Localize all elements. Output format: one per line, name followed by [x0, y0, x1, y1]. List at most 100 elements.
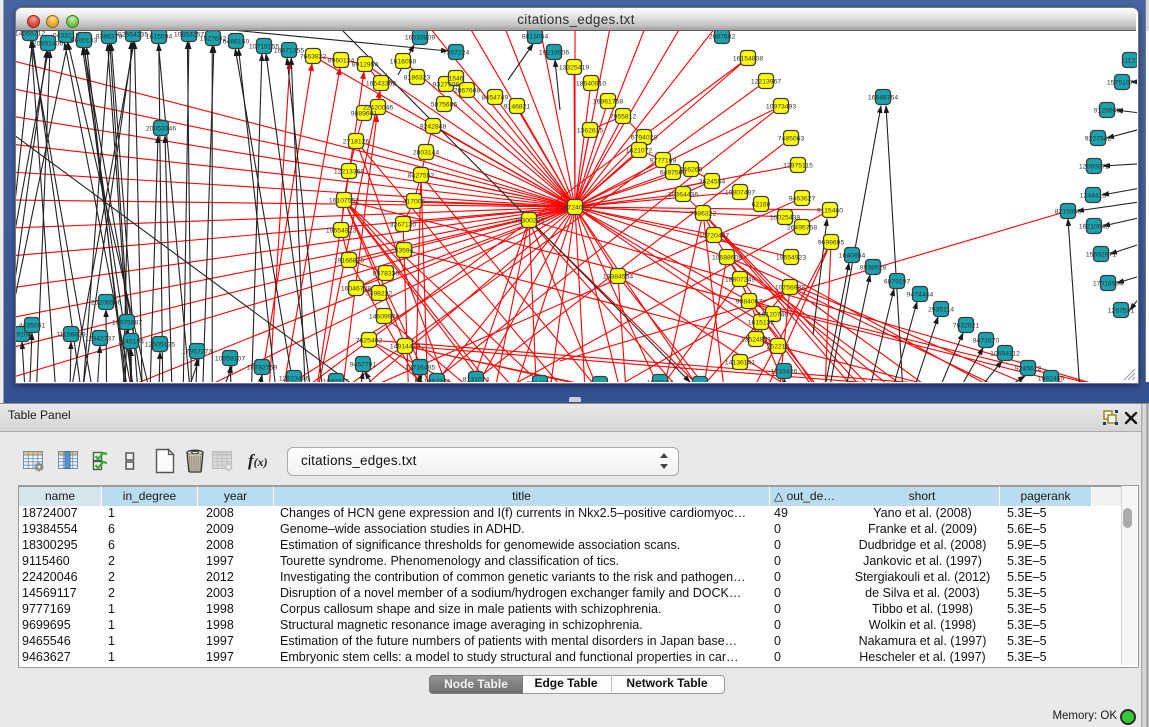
svg-text:8131074: 8131074 [463, 377, 490, 383]
svg-text:1615594: 1615594 [146, 34, 173, 41]
svg-text:12213369: 12213369 [334, 169, 364, 176]
svg-text:14914479: 14914479 [390, 344, 420, 351]
svg-text:10025438: 10025438 [770, 215, 800, 222]
svg-text:5875685: 5875685 [431, 102, 458, 109]
svg-text:9146821: 9146821 [504, 104, 531, 111]
svg-text:8960124: 8960124 [328, 58, 355, 65]
svg-text:7625402: 7625402 [356, 338, 383, 345]
svg-text:15720407: 15720407 [699, 233, 729, 240]
svg-text:8938928: 8938928 [860, 265, 887, 272]
svg-text:10973493: 10973493 [766, 104, 796, 111]
svg-text:02654235: 02654235 [118, 32, 148, 39]
svg-text:1267531: 1267531 [1108, 308, 1135, 315]
svg-text:9457791: 9457791 [350, 362, 377, 369]
svg-text:1733426: 1733426 [771, 369, 798, 376]
svg-text:26495758: 26495758 [787, 225, 817, 232]
svg-text:8427552: 8427552 [408, 173, 435, 180]
svg-text:9463627: 9463627 [789, 196, 816, 203]
svg-text:9227342: 9227342 [1085, 136, 1112, 143]
svg-text:16033809: 16033809 [405, 35, 435, 42]
svg-text:1640954: 1640954 [839, 253, 866, 260]
svg-text:25300203: 25300203 [514, 218, 544, 225]
svg-text:1092450: 1092450 [1038, 376, 1065, 383]
svg-text:1362615: 1362615 [577, 128, 604, 135]
svg-text:1092344: 1092344 [424, 379, 451, 383]
svg-text:7357224: 7357224 [443, 50, 470, 57]
svg-text:17016504: 17016504 [1093, 281, 1123, 288]
svg-text:6794028: 6794028 [631, 135, 658, 142]
svg-text:1145194: 1145194 [118, 339, 144, 346]
svg-text:2087682: 2087682 [709, 34, 736, 41]
svg-text:19654923: 19654923 [326, 228, 356, 235]
svg-text:12342737: 12342737 [85, 336, 115, 343]
svg-text:9129966: 9129966 [1094, 108, 1121, 115]
svg-text:8813054: 8813054 [522, 34, 549, 41]
svg-text:62160: 62160 [752, 202, 771, 209]
svg-text:12505135: 12505135 [145, 342, 175, 349]
svg-text:12975115: 12975115 [783, 163, 813, 170]
svg-text:20053346: 20053346 [146, 126, 176, 133]
svg-text:14136141: 14136141 [725, 360, 755, 367]
svg-text:9115460: 9115460 [817, 208, 843, 215]
svg-text:252214: 252214 [767, 344, 790, 351]
svg-text:12923446: 12923446 [279, 376, 309, 383]
svg-text:9084067: 9084067 [736, 299, 763, 306]
svg-text:6879197: 6879197 [884, 279, 911, 286]
svg-text:10756928: 10756928 [775, 285, 805, 292]
svg-text:1838104: 1838104 [647, 380, 674, 383]
svg-text:7632621: 7632621 [953, 323, 980, 330]
svg-text:9889601: 9889601 [351, 111, 378, 118]
svg-text:8215958: 8215958 [1055, 209, 1082, 216]
svg-text:16154808: 16154808 [733, 56, 763, 63]
svg-text:9474444: 9474444 [907, 292, 934, 299]
svg-text:16543362: 16543362 [366, 81, 396, 88]
svg-text:13716485: 13716485 [405, 365, 435, 372]
svg-text:20691406: 20691406 [33, 41, 63, 48]
svg-text:10688609: 10688609 [712, 255, 742, 262]
svg-text:7485063: 7485063 [778, 136, 805, 143]
svg-text:18640910: 18640910 [576, 81, 606, 88]
svg-text:53594: 53594 [395, 248, 414, 255]
svg-text:7663822: 7663822 [300, 54, 327, 61]
svg-text:10807487: 10807487 [725, 190, 755, 197]
svg-text:10975887: 10975887 [112, 320, 142, 327]
svg-text:1615132: 1615132 [748, 320, 775, 327]
svg-text:16210643: 16210643 [1079, 224, 1109, 231]
svg-text:2718126: 2718126 [343, 139, 370, 146]
svg-text:3624554: 3624554 [699, 179, 726, 186]
svg-text:15751074: 15751074 [1107, 80, 1137, 87]
svg-text:3498222: 3498222 [366, 291, 393, 298]
svg-text:746266: 746266 [680, 167, 703, 174]
svg-text:18724007: 18724007 [560, 205, 590, 212]
svg-text:10958107: 10958107 [215, 356, 245, 363]
svg-text:8578335: 8578335 [373, 271, 400, 278]
svg-text:10782759: 10782759 [247, 365, 277, 372]
svg-text:10654112: 10654112 [990, 351, 1020, 358]
svg-text:9777169: 9777169 [650, 158, 677, 165]
svg-text:7955812: 7955812 [610, 114, 637, 121]
svg-text:8186323: 8186323 [404, 75, 431, 82]
svg-text:20364436: 20364436 [668, 192, 698, 199]
svg-text:1057231: 1057231 [587, 382, 614, 383]
svg-text:12093872: 12093872 [1079, 164, 1109, 171]
svg-text:4435061: 4435061 [19, 323, 46, 330]
svg-text:3267130: 3267130 [390, 222, 417, 229]
svg-text:9245612: 9245612 [1015, 366, 1042, 373]
svg-text:16648764: 16648764 [868, 95, 898, 102]
svg-text:9600133: 9600133 [71, 38, 98, 45]
svg-text:417006: 417006 [403, 199, 426, 206]
svg-text:19654923: 19654923 [776, 255, 806, 262]
svg-text:19218506: 19218506 [539, 50, 569, 57]
svg-text:2803144: 2803144 [413, 150, 440, 157]
svg-text:19384554: 19384554 [603, 274, 633, 281]
svg-text:20206556: 20206556 [91, 300, 121, 307]
svg-text:16107552: 16107552 [329, 198, 359, 205]
svg-text:1244415: 1244415 [1080, 193, 1107, 200]
svg-text:8471670: 8471670 [973, 338, 1000, 345]
svg-text:14055712: 14055712 [16, 31, 45, 38]
svg-text:19166825: 19166825 [334, 258, 364, 265]
svg-text:17957273: 17957273 [182, 349, 212, 356]
svg-text:1546: 1546 [448, 76, 463, 83]
svg-text:14609948: 14609948 [369, 314, 399, 321]
svg-text:12213967: 12213967 [751, 79, 781, 86]
